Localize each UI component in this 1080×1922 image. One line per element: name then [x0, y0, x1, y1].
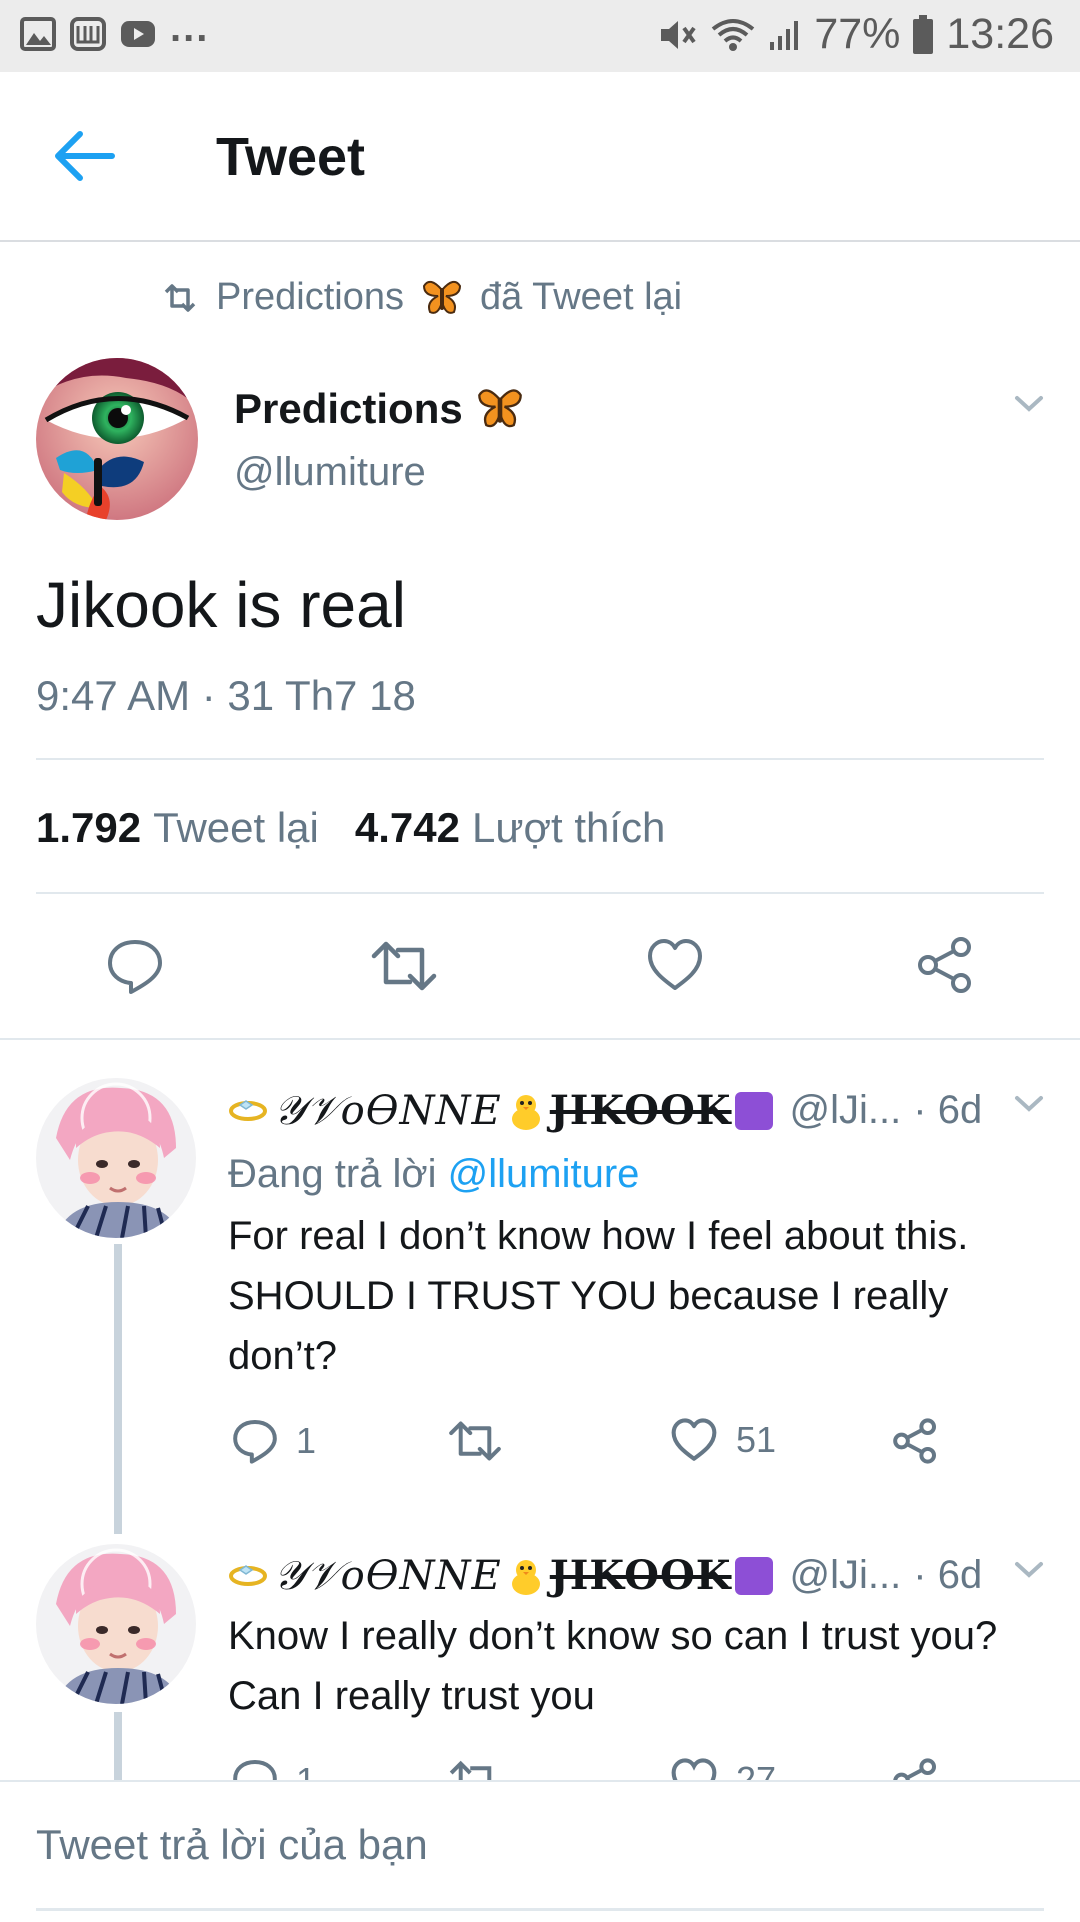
reply-author-name[interactable]: 𝒴𝒱𝑜ƟNN𝐸 JIKOOK @lJi... · 6d — [228, 1087, 982, 1134]
reply-icon — [233, 1419, 277, 1464]
share-button[interactable] — [916, 936, 974, 994]
author-avatar[interactable] — [36, 358, 198, 520]
reply-menu-button[interactable] — [1014, 1094, 1044, 1114]
reply-composer: Tweet trả lời của bạn — [0, 1780, 1080, 1922]
tweet-stats: 1.792 Tweet lại 4.742 Lượt thích — [36, 804, 665, 852]
chick-emoji-icon — [506, 1091, 546, 1131]
reply-author-name-tag: JIKOOK — [549, 1087, 732, 1134]
reply-age: · 6d — [913, 1553, 983, 1597]
reply-share-button[interactable] — [892, 1758, 938, 1780]
reply-input[interactable]: Tweet trả lời của bạn — [36, 1782, 1044, 1911]
butterfly-emoji-icon — [422, 280, 462, 316]
ring-emoji-icon — [228, 1099, 268, 1123]
heart-icon — [648, 939, 702, 990]
back-arrow-icon — [55, 131, 115, 181]
reply-share-button[interactable] — [892, 1418, 938, 1464]
divider — [36, 892, 1044, 894]
share-icon — [893, 1758, 937, 1780]
retweets-stat[interactable]: 1.792 Tweet lại — [36, 804, 319, 852]
reply-count: 1 — [296, 1420, 317, 1461]
chick-emoji-icon — [506, 1556, 546, 1596]
divider — [36, 758, 1044, 760]
reply-author-name-text: 𝒴𝒱𝑜ƟNN𝐸 — [274, 1087, 502, 1134]
reply-author-handle: @lJi... — [789, 1553, 902, 1597]
retweeter-name: Predictions — [216, 276, 404, 318]
gallery-notification-icon — [20, 16, 56, 51]
tweet-timestamp: 9:47 AM · 31 Th7 18 — [36, 672, 416, 719]
retweet-count: 1.792 — [36, 804, 142, 851]
tweet-menu-button[interactable] — [1014, 394, 1044, 414]
reply-reply-button[interactable]: 1 — [232, 1418, 316, 1464]
retweet-suffix: đã Tweet lại — [479, 276, 683, 318]
like-label: Lượt thích — [471, 804, 666, 851]
status-bar: ... 77% 13:26 — [0, 0, 1080, 72]
reply-icon — [233, 1759, 277, 1780]
app-bar: Tweet — [0, 72, 1080, 242]
share-icon — [893, 1418, 937, 1464]
reply-retweet-button[interactable] — [448, 1760, 502, 1780]
battery-percent: 77% — [814, 10, 901, 58]
reply-like-button[interactable]: 51 — [670, 1418, 776, 1462]
reply-reply-button[interactable]: 1 — [232, 1758, 316, 1780]
author-display-name[interactable]: Predictions — [234, 385, 523, 433]
battery-icon — [912, 14, 934, 55]
clock: 13:26 — [946, 10, 1054, 58]
retweet-button[interactable] — [370, 940, 438, 992]
wifi-icon — [710, 17, 756, 53]
author-handle[interactable]: @llumiture — [234, 450, 426, 495]
like-count: 27 — [736, 1759, 777, 1780]
replying-to-handle[interactable]: @llumiture — [448, 1152, 640, 1196]
page-title: Tweet — [216, 127, 366, 187]
tweet-text: Jikook is real — [36, 569, 406, 641]
more-notifications: ... — [170, 6, 210, 50]
replying-to: Đang trả lời @llumiture — [228, 1152, 639, 1197]
share-icon — [918, 937, 971, 993]
reply-author-name-text: 𝒴𝒱𝑜ƟNN𝐸 — [274, 1552, 502, 1599]
reply-like-button[interactable]: 27 — [670, 1758, 776, 1780]
reply-actions-clipped: 1 27 — [0, 1740, 1080, 1780]
reply-menu-button[interactable] — [1014, 1560, 1044, 1580]
crescent-moon-emoji-icon — [734, 1091, 774, 1131]
chevron-down-icon — [1015, 396, 1043, 412]
youtube-notification-icon — [120, 19, 156, 49]
thread-line — [114, 1244, 122, 1534]
replying-to-label: Đang trả lời — [228, 1152, 437, 1196]
retweet-icon — [371, 941, 437, 991]
reply-avatar[interactable] — [36, 1544, 196, 1704]
back-button[interactable] — [52, 128, 122, 184]
like-count: 51 — [736, 1419, 777, 1460]
reply-age: · 6d — [913, 1088, 983, 1132]
retweet-label: Tweet lại — [153, 804, 319, 851]
retweet-icon — [449, 1421, 501, 1461]
retweet-context[interactable]: Predictions đã Tweet lại — [162, 276, 682, 319]
reply-author-name[interactable]: 𝒴𝒱𝑜ƟNN𝐸 JIKOOK @lJi... · 6d — [228, 1552, 982, 1599]
reply-avatar[interactable] — [36, 1078, 196, 1238]
chevron-down-icon — [1015, 1562, 1043, 1578]
butterfly-emoji-icon — [477, 388, 523, 430]
reply-author-handle: @lJi... — [789, 1088, 902, 1132]
reply-text: Know I really don’t know so can I trust … — [228, 1614, 998, 1718]
like-button[interactable] — [646, 938, 704, 992]
reply-button[interactable] — [106, 938, 164, 994]
reply-count: 1 — [296, 1760, 316, 1780]
author-name-text: Predictions — [234, 385, 463, 432]
retweet-icon — [449, 1760, 492, 1780]
crescent-moon-emoji-icon — [734, 1556, 774, 1596]
heart-icon — [671, 1758, 717, 1780]
ring-emoji-icon — [228, 1564, 268, 1588]
section-separator — [0, 1038, 1080, 1040]
like-count: 4.742 — [354, 804, 460, 851]
likes-stat[interactable]: 4.742 Lượt thích — [355, 804, 666, 852]
reply-retweet-button[interactable] — [448, 1420, 502, 1462]
chevron-down-icon — [1015, 1096, 1043, 1112]
reply-text: For real I don’t know how I feel about t… — [228, 1214, 969, 1378]
word-notification-icon — [70, 16, 106, 51]
mute-icon — [658, 16, 698, 54]
signal-icon — [768, 18, 802, 52]
reply-author-name-tag: JIKOOK — [549, 1552, 732, 1599]
reply-icon — [108, 940, 162, 994]
heart-icon — [671, 1418, 717, 1461]
retweet-small-icon — [162, 283, 198, 312]
